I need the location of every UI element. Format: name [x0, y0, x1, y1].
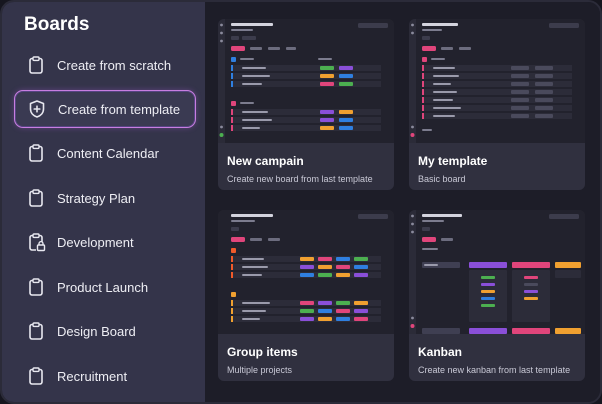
sidebar-item-create-from-scratch[interactable]: Create from scratch	[14, 46, 196, 84]
sidebar-item-product-launch[interactable]: Product Launch	[14, 268, 196, 306]
template-subtitle: Basic board	[418, 174, 466, 184]
clipboard-lock-icon	[26, 232, 46, 252]
sidebar-item-label: Create from scratch	[57, 57, 172, 73]
template-preview	[218, 19, 394, 143]
template-card-group-items[interactable]: Group items Multiple projects	[218, 210, 394, 381]
shield-plus-icon	[27, 99, 47, 119]
sidebar-item-label: Design Board	[57, 323, 136, 339]
template-preview	[409, 19, 585, 143]
template-subtitle: Create new board from last template	[227, 174, 373, 184]
template-preview	[409, 210, 585, 334]
template-title: New campain	[227, 154, 304, 168]
template-preview	[218, 210, 394, 334]
sidebar-item-strategy-plan[interactable]: Strategy Plan	[14, 179, 196, 217]
template-subtitle: Create new kanban from last template	[418, 365, 571, 375]
sidebar-item-label: Recruitment	[57, 368, 128, 384]
template-card-kanban[interactable]: Kanban Create new kanban from last templ…	[409, 210, 585, 381]
sidebar-item-development[interactable]: Development	[14, 223, 196, 261]
boards-dialog: Boards Create from scratch Create from t…	[0, 0, 602, 404]
sidebar-item-design-board[interactable]: Design Board	[14, 312, 196, 350]
sidebar-item-create-from-template[interactable]: Create from template	[14, 90, 196, 128]
template-subtitle: Multiple projects	[227, 365, 293, 375]
clipboard-icon	[26, 55, 46, 75]
sidebar-item-recruitment[interactable]: Recruitment	[14, 357, 196, 395]
clipboard-icon	[26, 366, 46, 386]
sidebar: Boards Create from scratch Create from t…	[2, 2, 205, 402]
sidebar-item-content-calendar[interactable]: Content Calendar	[14, 134, 196, 172]
sidebar-item-label: Strategy Plan	[57, 190, 136, 206]
sidebar-item-label: Development	[57, 234, 134, 250]
template-card-new-campain[interactable]: New campain Create new board from last t…	[218, 19, 394, 190]
sidebar-item-label: Create from template	[58, 101, 181, 117]
clipboard-icon	[26, 143, 46, 163]
template-card-my-template[interactable]: My template Basic board	[409, 19, 585, 190]
sidebar-item-label: Product Launch	[57, 279, 149, 295]
template-title: My template	[418, 154, 488, 168]
sidebar-item-label: Content Calendar	[57, 145, 159, 161]
template-title: Kanban	[418, 345, 463, 359]
clipboard-icon	[26, 321, 46, 341]
clipboard-icon	[26, 277, 46, 297]
sidebar-title: Boards	[24, 14, 90, 35]
template-gallery: New campain Create new board from last t…	[205, 2, 600, 402]
template-title: Group items	[227, 345, 298, 359]
clipboard-icon	[26, 188, 46, 208]
